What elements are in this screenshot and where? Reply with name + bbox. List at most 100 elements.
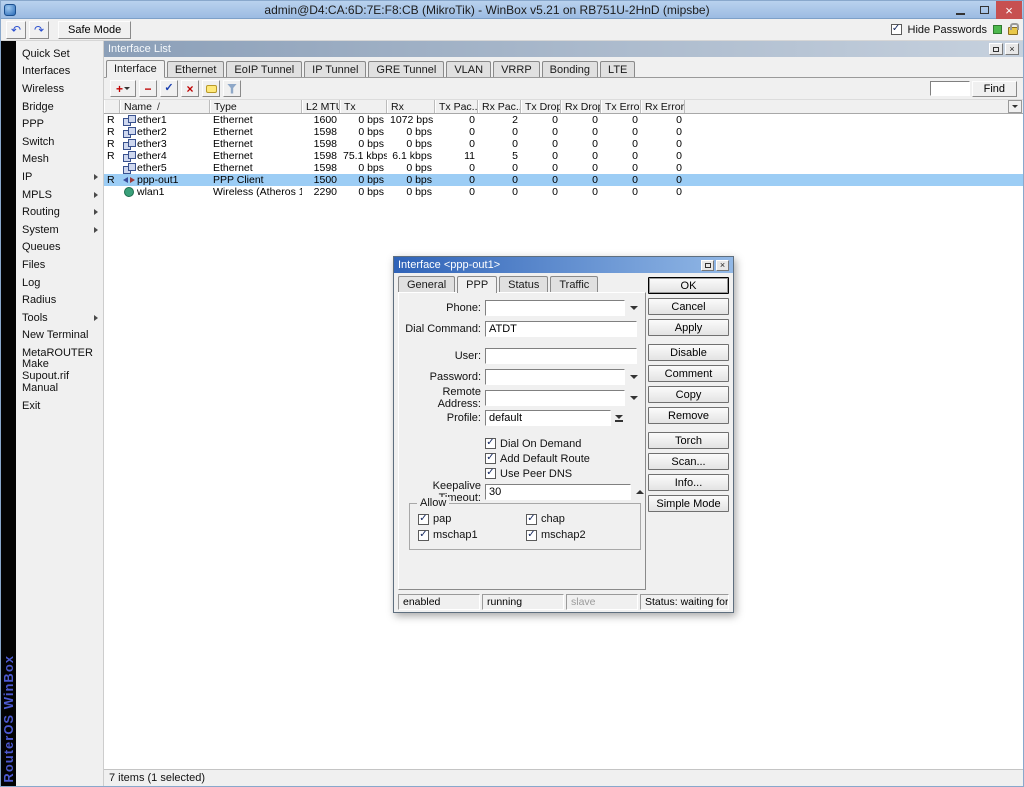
add-interface-button[interactable]: + [110,80,136,97]
dialog-tab[interactable]: Status [499,276,548,292]
remove-interface-button[interactable]: − [139,80,157,97]
option-checkbox[interactable] [485,438,496,449]
dialog-tab[interactable]: Traffic [550,276,598,292]
child-restore-button[interactable] [989,43,1003,55]
child-close-button[interactable]: × [1005,43,1019,55]
sidebar-item[interactable]: MPLS [16,186,103,204]
column-flag[interactable] [104,100,120,113]
dialog-button[interactable]: Remove [648,407,729,424]
sidebar-item[interactable]: Tools [16,309,103,327]
sidebar-item[interactable]: Queues [16,239,103,257]
dialog-button[interactable]: Disable [648,344,729,361]
window-titlebar[interactable]: admin@D4:CA:6D:7E:F8:CB (MikroTik) - Win… [1,1,1023,19]
phone-field[interactable] [485,300,625,316]
sidebar-item[interactable]: Mesh [16,151,103,169]
option-checkbox[interactable] [485,468,496,479]
column-rx[interactable]: Rx [387,100,435,113]
interface-list-tab[interactable]: VRRP [493,61,540,77]
sidebar-item[interactable]: Make Supout.rif [16,362,103,380]
sidebar-item[interactable]: PPP [16,115,103,133]
sidebar-item[interactable]: Interfaces [16,63,103,81]
allow-option[interactable]: pap [418,513,526,525]
column-rx-errors[interactable]: Rx Errors [641,100,685,113]
dropdown-arrow-icon[interactable] [630,306,638,310]
table-row[interactable]: R ether2 Ethernet 1598 0 bps 0 bps 0 [104,126,1023,138]
keepalive-timeout-field[interactable] [485,484,631,500]
dialog-button[interactable]: Copy [648,386,729,403]
dialog-button[interactable]: Scan... [648,453,729,470]
dialog-button[interactable]: OK [648,277,729,294]
filter-button[interactable] [223,80,241,97]
column-tx-drops[interactable]: Tx Drops [521,100,561,113]
dropdown-arrow-icon[interactable] [630,375,638,379]
column-chooser-button[interactable] [1008,100,1022,113]
column-type[interactable]: Type [210,100,302,113]
interface-list-tab[interactable]: IP Tunnel [304,61,366,77]
password-field[interactable] [485,369,625,385]
option-row[interactable]: Dial On Demand [485,436,645,451]
option-row[interactable]: Use Peer DNS [485,466,645,481]
minimize-button[interactable] [948,1,972,19]
sidebar-item[interactable]: Bridge [16,98,103,116]
sidebar-item[interactable]: Quick Set [16,45,103,63]
table-row[interactable]: R ether1 Ethernet 1600 0 bps 1072 bps 0 [104,114,1023,126]
interface-list-tab[interactable]: Bonding [542,61,598,77]
interface-list-tab[interactable]: EoIP Tunnel [226,61,302,77]
column-tx-packets[interactable]: Tx Pac... [435,100,478,113]
dialog-button[interactable]: Torch [648,432,729,449]
nav-forward-button[interactable]: ↷ [29,21,49,39]
sidebar-item[interactable]: Wireless [16,80,103,98]
allow-option[interactable]: chap [526,513,640,525]
interface-list-tab[interactable]: GRE Tunnel [368,61,444,77]
table-row[interactable]: ether5 Ethernet 1598 0 bps 0 bps 0 0 0 0 [104,162,1023,174]
dialog-tab[interactable]: PPP [457,276,497,293]
column-rx-packets[interactable]: Rx Pac... [478,100,521,113]
interface-list-titlebar[interactable]: Interface List × [104,41,1023,57]
interface-list-tab[interactable]: Ethernet [167,61,225,77]
column-l2mtu[interactable]: L2 MTU [302,100,340,113]
column-tx-errors[interactable]: Tx Errors [601,100,641,113]
sidebar-item[interactable]: Radius [16,291,103,309]
comment-button[interactable] [202,80,220,97]
column-tx[interactable]: Tx [340,100,387,113]
sidebar-item[interactable]: Switch [16,133,103,151]
sidebar-item[interactable]: IP [16,168,103,186]
dial-command-field[interactable] [485,321,637,337]
dialog-button[interactable]: Cancel [648,298,729,315]
option-checkbox[interactable] [485,453,496,464]
nav-back-button[interactable]: ↶ [6,21,26,39]
maximize-button[interactable] [972,1,996,19]
table-row[interactable]: R ether4 Ethernet 1598 75.1 kbps 6.1 kbp… [104,150,1023,162]
enable-interface-button[interactable]: ✓ [160,80,178,97]
sidebar-item[interactable]: Log [16,274,103,292]
table-row[interactable]: R ether3 Ethernet 1598 0 bps 0 bps 0 [104,138,1023,150]
dialog-button[interactable]: Info... [648,474,729,491]
column-rx-drops[interactable]: Rx Drops [561,100,601,113]
safe-mode-button[interactable]: Safe Mode [58,21,131,39]
combo-arrow-icon[interactable] [615,415,623,422]
hide-passwords-checkbox[interactable] [891,24,902,35]
allow-option[interactable]: mschap1 [418,529,526,541]
allow-checkbox[interactable] [418,530,429,541]
sidebar-item[interactable]: Routing [16,203,103,221]
dialog-button[interactable]: Simple Mode [648,495,729,512]
sidebar-item[interactable]: Exit [16,397,103,415]
find-input[interactable] [930,81,970,96]
allow-checkbox[interactable] [418,514,429,525]
remote-address-field[interactable] [485,390,625,406]
option-row[interactable]: Add Default Route [485,451,645,466]
table-row[interactable]: R ppp-out1 PPP Client 1500 0 bps 0 bps 0 [104,174,1023,186]
dialog-button[interactable]: Apply [648,319,729,336]
sidebar-item[interactable]: Files [16,256,103,274]
table-row[interactable]: wlan1 Wireless (Atheros 11N) 2290 0 bps … [104,186,1023,198]
sidebar-item[interactable]: New Terminal [16,327,103,345]
collapse-arrow-icon[interactable] [636,490,644,494]
column-name[interactable]: Name / [120,100,210,113]
sidebar-item[interactable]: System [16,221,103,239]
dialog-titlebar[interactable]: Interface <ppp-out1> × [394,257,733,273]
find-button[interactable]: Find [972,81,1017,97]
interface-list-tab[interactable]: LTE [600,61,635,77]
dialog-close-button[interactable]: × [716,260,729,271]
close-button[interactable]: × [996,1,1022,19]
interface-list-tab[interactable]: Interface [106,60,165,78]
